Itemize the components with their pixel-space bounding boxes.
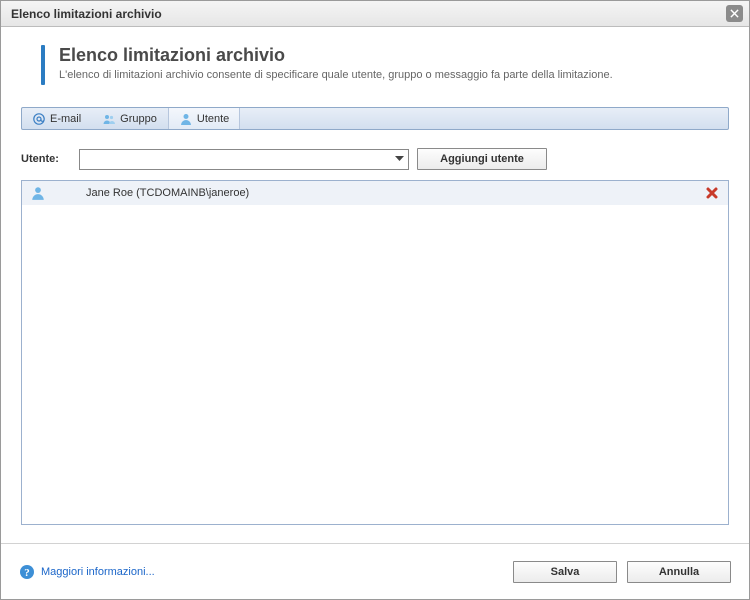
delete-icon — [705, 186, 719, 200]
header-text: Elenco limitazioni archivio L'elenco di … — [59, 45, 613, 85]
spacer — [21, 525, 729, 543]
delete-button[interactable] — [704, 185, 720, 201]
more-info-link[interactable]: Maggiori informazioni... — [41, 566, 155, 578]
at-icon — [32, 112, 46, 126]
chevron-down-icon — [395, 156, 404, 162]
page-header: Elenco limitazioni archivio L'elenco di … — [21, 45, 729, 85]
user-combobox[interactable] — [79, 149, 409, 170]
tab-group-label: Gruppo — [120, 113, 157, 125]
tab-group[interactable]: Gruppo — [92, 108, 168, 129]
tab-email-label: E-mail — [50, 113, 81, 125]
user-icon — [30, 185, 46, 201]
list-item[interactable]: Jane Roe (TCDOMAINB\janeroe) — [22, 181, 728, 205]
header-accent — [41, 45, 45, 85]
footer-buttons: Salva Annulla — [513, 561, 731, 583]
page-title: Elenco limitazioni archivio — [59, 45, 613, 66]
user-list: Jane Roe (TCDOMAINB\janeroe) — [21, 180, 729, 525]
page-subtitle: L'elenco di limitazioni archivio consent… — [59, 69, 613, 81]
user-icon — [179, 112, 193, 126]
tab-user-label: Utente — [197, 113, 229, 125]
combobox-arrow[interactable] — [391, 150, 408, 169]
window-title: Elenco limitazioni archivio — [11, 7, 726, 21]
tab-bar: E-mail Gruppo Utente — [21, 107, 729, 130]
user-input[interactable] — [80, 150, 391, 169]
titlebar: Elenco limitazioni archivio — [1, 1, 749, 27]
tab-user[interactable]: Utente — [168, 108, 240, 129]
footer-left: ? Maggiori informazioni... — [19, 564, 503, 580]
dialog-window: Elenco limitazioni archivio Elenco limit… — [0, 0, 750, 600]
list-item-label: Jane Roe (TCDOMAINB\janeroe) — [56, 187, 694, 199]
content-area: Elenco limitazioni archivio L'elenco di … — [1, 27, 749, 543]
tab-email[interactable]: E-mail — [22, 108, 92, 129]
group-icon — [102, 112, 116, 126]
svg-text:?: ? — [24, 567, 30, 579]
user-form-row: Utente: Aggiungi utente — [21, 148, 729, 170]
cancel-button[interactable]: Annulla — [627, 561, 731, 583]
save-button[interactable]: Salva — [513, 561, 617, 583]
add-user-button[interactable]: Aggiungi utente — [417, 148, 547, 170]
help-icon: ? — [19, 564, 35, 580]
close-button[interactable] — [726, 5, 743, 22]
user-label: Utente: — [21, 153, 71, 165]
close-icon — [730, 9, 739, 18]
footer: ? Maggiori informazioni... Salva Annulla — [1, 543, 749, 599]
